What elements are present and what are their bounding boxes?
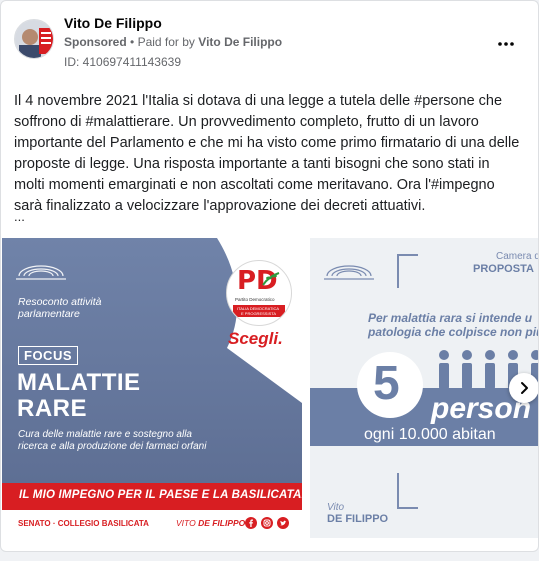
slide2-background <box>310 238 538 538</box>
slide2-line1: Per malattia rara si intende u <box>368 311 533 325</box>
paid-for-by-label: Paid for by <box>137 35 195 49</box>
post-body-text: Il 4 novembre 2021 l'Italia si dotava di… <box>14 93 520 214</box>
meta-separator: • <box>130 35 135 49</box>
slide2-vito: Vito <box>327 502 345 513</box>
impegno-banner: IL MIO IMPEGNO PER IL PAESE E LA BASILIC… <box>19 489 302 501</box>
ad-id: ID: 410697411143639 <box>64 55 181 69</box>
ad-post-card: Vito De Filippo Sponsored • Paid for by … <box>0 0 539 552</box>
footer-senato: SENATO · COLLEGIO BASILICATA <box>18 519 149 528</box>
more-horizontal-icon <box>498 42 514 46</box>
chevron-right-icon <box>521 382 528 394</box>
slide1-desc-line2: ricerca e alla produzione dei farmaci or… <box>18 441 207 452</box>
slide2-de-filippo: DE FILIPPO <box>327 513 389 525</box>
slide2-ogni: ogni 10.000 abitan <box>364 426 496 443</box>
party-list-line2: E PROGRESSISTA <box>241 311 277 316</box>
resoconto-line2: parlamentare <box>18 308 80 320</box>
sponsored-meta: Sponsored • Paid for by Vito De Filippo <box>64 35 282 49</box>
party-logo: PD Partito Democratico ITALIA DEMOCRATIC… <box>226 260 292 326</box>
party-name: Partito Democratico <box>235 297 275 302</box>
footer-name-first: VITO <box>176 518 196 528</box>
focus-badge: FOCUS <box>18 346 78 365</box>
author-avatar[interactable] <box>14 19 54 59</box>
slide2-line2: patologia che colpisce non più <box>368 325 539 339</box>
instagram-icon <box>261 517 273 529</box>
facebook-icon <box>245 517 257 529</box>
footer-name-last: DE FILIPPO <box>198 518 246 528</box>
payer-name[interactable]: Vito De Filippo <box>198 35 282 49</box>
slide1-desc-line1: Cura delle malattie rare e sostegno alla <box>18 429 192 440</box>
more-options-button[interactable] <box>498 30 514 51</box>
olive-branch-icon <box>262 272 280 286</box>
slide2-camera: Camera d <box>496 251 539 262</box>
see-more-ellipsis[interactable]: ... <box>14 209 25 224</box>
slide1-title-line1: MALATTIE <box>17 369 141 396</box>
carousel-slide-2[interactable]: Camera d PROPOSTA Per malattia rara si i… <box>310 238 539 538</box>
twitter-icon <box>277 517 289 529</box>
resoconto-line1: Resoconto attività <box>18 296 102 308</box>
sponsored-label: Sponsored <box>64 35 127 49</box>
slide2-number: 5 <box>373 357 400 410</box>
footer-name: VITO DE FILIPPO <box>176 518 245 528</box>
social-icons <box>245 516 293 530</box>
slide2-proposta: PROPOSTA <box>473 263 534 275</box>
carousel-slide-1[interactable]: Resoconto attività parlamentare FOCUS MA… <box>2 238 302 538</box>
carousel-next-button[interactable] <box>509 373 538 403</box>
slide1-title-line2: RARE <box>17 395 88 422</box>
author-name[interactable]: Vito De Filippo <box>64 15 162 31</box>
scegli-slogan: Scegli. <box>228 329 283 348</box>
